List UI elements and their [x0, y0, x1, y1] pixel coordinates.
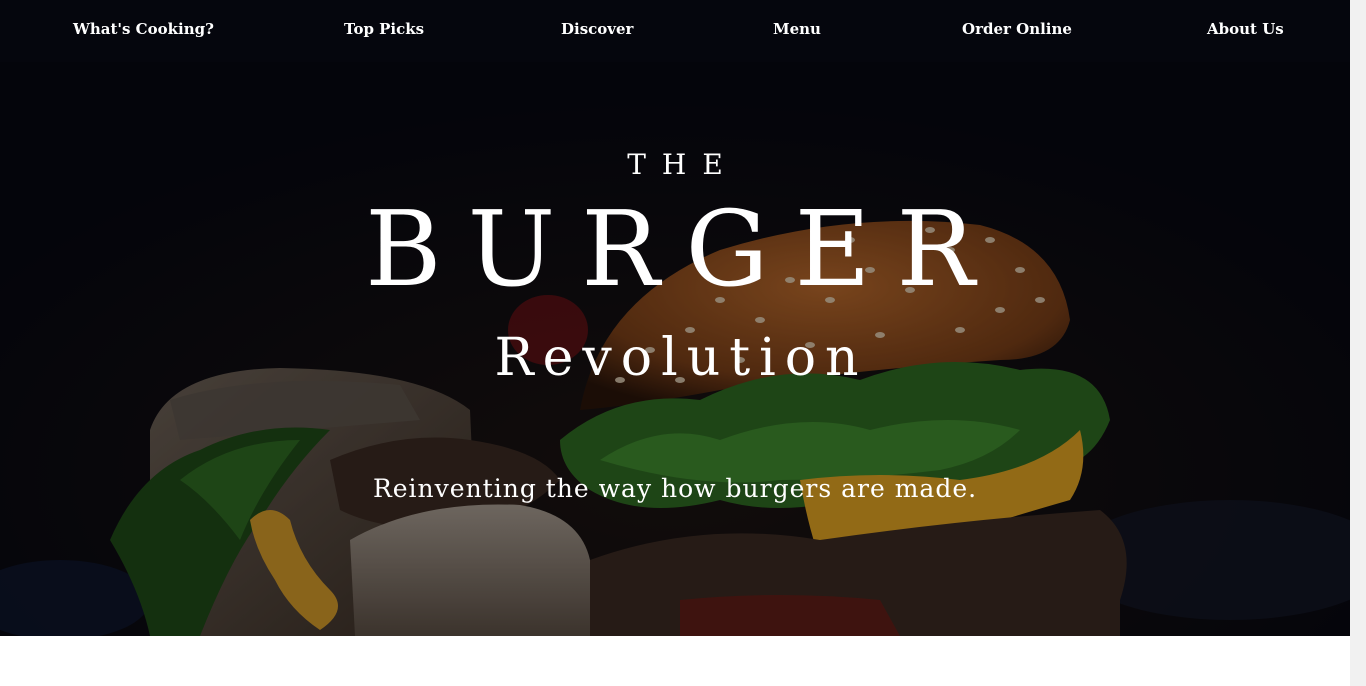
hero-section: What's Cooking? Top Picks Discover Menu …: [0, 0, 1350, 636]
nav-about-us[interactable]: About Us: [1207, 20, 1284, 38]
vertical-scrollbar[interactable]: [1350, 0, 1366, 686]
nav-order-online[interactable]: Order Online: [962, 20, 1072, 38]
burger-background-image: [0, 0, 1350, 636]
hero-subtitle: Revolution: [494, 328, 868, 388]
hero-title: BURGER: [365, 188, 1001, 310]
nav-discover[interactable]: Discover: [561, 20, 633, 38]
hero-pre-title: THE: [627, 148, 739, 181]
hero-tagline: Reinventing the way how burgers are made…: [372, 474, 978, 503]
nav-whats-cooking[interactable]: What's Cooking?: [73, 20, 214, 38]
nav-top-picks[interactable]: Top Picks: [344, 20, 424, 38]
top-navigation: What's Cooking? Top Picks Discover Menu …: [0, 0, 1350, 62]
nav-menu[interactable]: Menu: [773, 20, 821, 38]
